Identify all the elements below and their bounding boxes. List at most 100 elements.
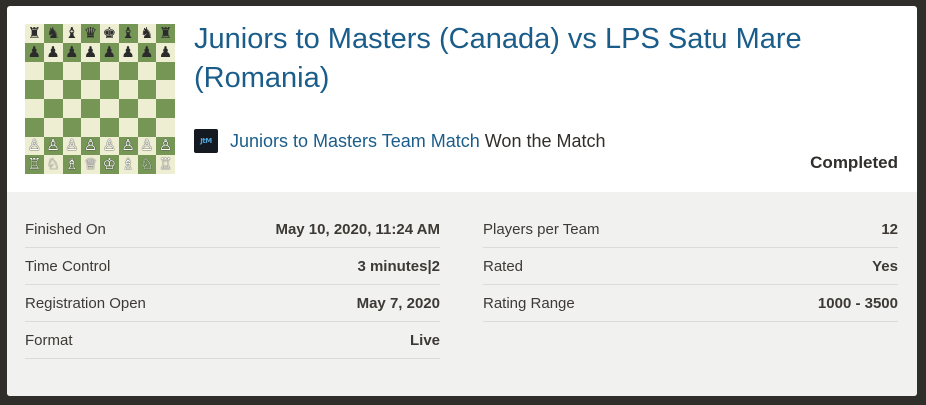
board-square: ♟ [156,42,175,62]
details-right-column: Players per Team 12 Rated Yes Rating Ran… [483,211,898,322]
match-result: Won the Match [484,130,606,151]
board-square [25,80,44,99]
board-square: ♕ [81,155,100,174]
board-square [156,80,175,99]
board-square: ♝ [62,23,82,43]
chess-piece-icon: ♘ [140,155,154,174]
detail-value: Live [409,331,440,349]
chess-piece-icon: ♟ [27,42,42,61]
match-title[interactable]: Juniors to Masters (Canada) vs LPS Satu … [194,20,884,98]
detail-label: Time Control [25,257,111,275]
detail-row-registration-open: Registration Open May 7, 2020 [25,285,440,322]
board-square [81,99,100,118]
board-square [81,61,100,81]
board-square: ♚ [100,24,119,43]
board-square [118,117,138,137]
board-square: ♟ [137,42,157,62]
chess-piece-icon: ♜ [27,23,42,42]
chess-piece-icon: ♕ [83,155,98,174]
chess-piece-icon: ♗ [121,155,135,174]
board-square: ♙ [100,136,119,156]
chess-piece-icon: ♟ [46,42,60,61]
board-square [43,99,63,118]
board-square: ♟ [62,42,82,62]
status-label: Completed [810,153,898,172]
board-square: ♟ [100,42,119,62]
board-square [43,117,63,137]
team-match-link[interactable]: Juniors to Masters Team Match [230,131,480,152]
chess-piece-icon: ♝ [65,23,79,42]
board-square [62,117,82,137]
detail-row-time-control: Time Control 3 minutes|2 [25,248,440,285]
detail-value: 3 minutes|2 [357,257,440,275]
board-square [100,99,119,118]
detail-row-finished-on: Finished On May 10, 2020, 11:24 AM [25,211,440,248]
chess-piece-icon: ♙ [121,136,135,155]
board-square: ♘ [43,155,63,174]
chess-piece-icon: ♙ [65,136,79,155]
detail-label: Format [25,331,73,349]
chess-piece-icon: ♞ [140,23,154,42]
team-logo-text: JtM [200,137,212,145]
board-square [25,99,44,118]
detail-label: Finished On [25,220,106,238]
detail-label: Players per Team [483,220,600,238]
board-square: ♟ [118,42,138,62]
chess-piece-icon: ♙ [83,136,98,155]
chess-board-thumbnail: ♜ ♞ ♝ ♛ ♚ ♝ ♞ ♜ ♟ ♟ ♟ ♟ ♟ ♟ ♟ ♟ ♙ ♙ ♙ ♙ ♙ ♙ ♙ ♙ ♖ ♘ ♗ ♕ ♔ ♗ ♘ ♖ [25,24,175,174]
match-details-panel: Finished On May 10, 2020, 11:24 AM Time … [7,192,917,396]
chess-piece-icon: ♙ [27,136,42,155]
detail-value: 1000 - 3500 [817,294,898,312]
detail-row-format: Format Live [25,322,440,359]
board-square: ♟ [25,42,44,62]
detail-label: Rated [483,257,524,275]
board-square [81,80,100,99]
chess-piece-icon: ♝ [121,23,135,42]
board-square [156,99,175,118]
chess-piece-icon: ♟ [140,42,154,61]
board-square [137,80,157,99]
board-square [25,61,44,81]
board-square: ♝ [118,23,138,43]
board-square [43,80,63,99]
board-square: ♙ [43,136,63,156]
board-square [118,80,138,99]
board-square: ♙ [156,136,175,156]
board-square: ♖ [25,155,44,174]
chess-piece-icon: ♜ [158,23,173,42]
board-square: ♙ [25,136,44,156]
detail-value: 12 [881,220,898,238]
detail-row-players-per-team: Players per Team 12 [483,211,898,248]
board-square: ♖ [156,155,175,174]
board-square [137,99,157,118]
board-square [118,61,138,81]
board-square [156,117,175,137]
board-square [25,117,44,137]
chess-piece-icon: ♟ [102,42,117,61]
chess-piece-icon: ♟ [121,42,135,61]
detail-value: Yes [872,257,898,275]
board-square: ♗ [118,155,138,174]
detail-label: Rating Range [483,294,575,312]
chess-piece-icon: ♖ [27,155,42,174]
board-square [81,117,100,137]
chess-piece-icon: ♙ [158,136,173,155]
board-square [62,61,82,81]
chess-piece-icon: ♞ [46,23,60,42]
details-left-column: Finished On May 10, 2020, 11:24 AM Time … [25,211,440,359]
team-logo-icon[interactable]: JtM [194,129,218,153]
detail-row-rating-range: Rating Range 1000 - 3500 [483,285,898,322]
chess-piece-icon: ♙ [102,136,117,155]
board-square: ♔ [100,155,119,174]
chess-piece-icon: ♗ [65,155,79,174]
chess-piece-icon: ♖ [158,155,173,174]
detail-row-rated: Rated Yes [483,248,898,285]
match-header: ♜ ♞ ♝ ♛ ♚ ♝ ♞ ♜ ♟ ♟ ♟ ♟ ♟ ♟ ♟ ♟ ♙ ♙ ♙ ♙ ♙ ♙ ♙ ♙ ♖ ♘ ♗ ♕ ♔ ♗ ♘ ♖ Juniors… [7,6,917,192]
board-square: ♜ [25,24,44,43]
board-square [137,117,157,137]
chess-piece-icon: ♟ [158,42,173,61]
detail-value: May 10, 2020, 11:24 AM [275,220,440,238]
board-square: ♞ [137,23,157,43]
board-square [62,99,82,118]
board-square [43,61,63,81]
